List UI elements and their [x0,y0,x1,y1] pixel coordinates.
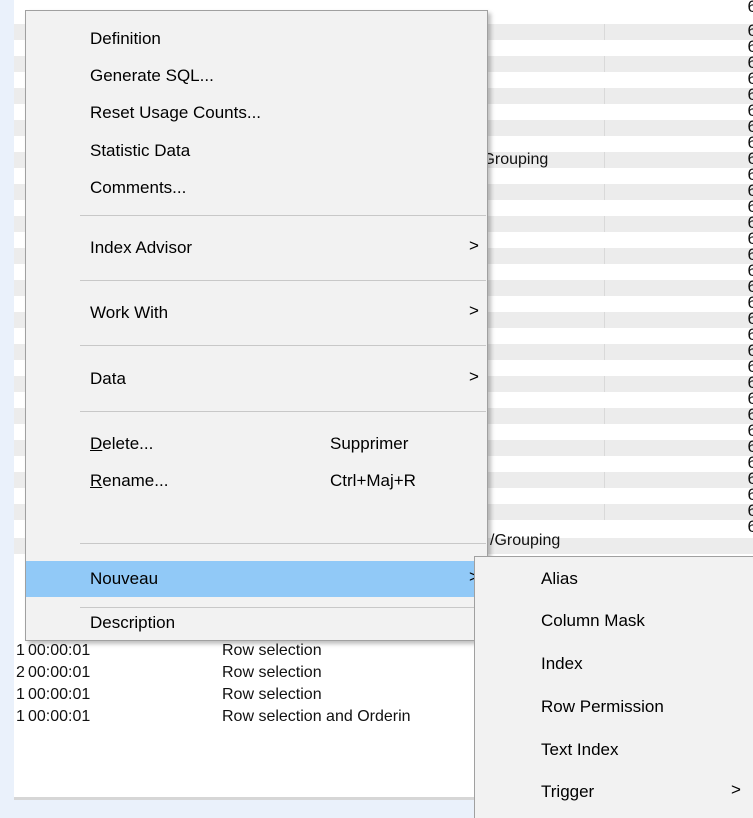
cell-time: 00:00:01 [28,686,91,703]
shortcut-delete: Supprimer [330,434,409,453]
menu-separator [80,345,486,346]
cell-count: 2 [16,664,25,681]
chevron-right-icon: > [469,236,479,255]
cell-time: 00:00:01 [28,642,91,659]
menu-separator [80,543,486,544]
cell-truncated: 6 [747,517,753,536]
menu-item-index-advisor[interactable]: Index Advisor > [26,230,487,266]
submenu-item-index[interactable]: Index [475,648,753,684]
cell-reason: Row selection [222,686,322,703]
menu-separator [80,215,486,216]
cell-count: 1 [16,686,25,703]
menu-item-work-with[interactable]: Work With > [26,295,487,331]
menu-item-delete[interactable]: Delete... Supprimer [26,426,487,462]
submenu-item-text-index[interactable]: Text Index [475,734,753,770]
menu-item-nouveau[interactable]: Nouveau> [26,561,487,597]
cell-reason: Row selection [222,642,322,659]
chevron-right-icon: > [731,780,741,799]
chevron-right-icon: > [469,367,479,386]
menu-item-description[interactable]: Description [26,605,487,641]
menu-separator [80,280,486,281]
cell-reason: Row selection [222,664,322,681]
chevron-right-icon: > [469,301,479,320]
context-menu: Definition Generate SQL... Reset Usage C… [25,10,488,641]
cell-time: 00:00:01 [28,664,91,681]
cell-reason-partial: /Grouping [490,532,561,549]
submenu-item-alias[interactable]: Alias [475,563,753,599]
cell-truncated: 6 [747,0,753,16]
menu-item-reset-usage-counts[interactable]: Reset Usage Counts... [26,95,487,131]
menu-item-generate-sql[interactable]: Generate SQL... [26,58,487,94]
submenu-item-row-permission[interactable]: Row Permission [475,691,753,727]
menu-item-definition[interactable]: Definition [26,21,487,57]
shortcut-rename: Ctrl+Maj+R [330,471,416,490]
menu-item-rename[interactable]: Rename... Ctrl+Maj+R [26,463,487,499]
cell-count: 1 [16,642,25,659]
menu-item-data[interactable]: Data > [26,361,487,397]
submenu-item-column-mask[interactable]: Column Mask [475,605,753,641]
cell-reason: Row selection and Orderin [222,708,411,725]
menu-item-statistic-data[interactable]: Statistic Data [26,133,487,169]
cell-time: 00:00:01 [28,708,91,725]
cell-count: 1 [16,708,25,725]
menu-separator [80,411,486,412]
menu-item-comments[interactable]: Comments... [26,170,487,206]
submenu-item-trigger[interactable]: Trigger > [475,776,753,812]
submenu-nouveau: Alias Column Mask Index Row Permission T… [474,556,753,818]
cell-reason-partial: /Grouping [478,151,549,168]
